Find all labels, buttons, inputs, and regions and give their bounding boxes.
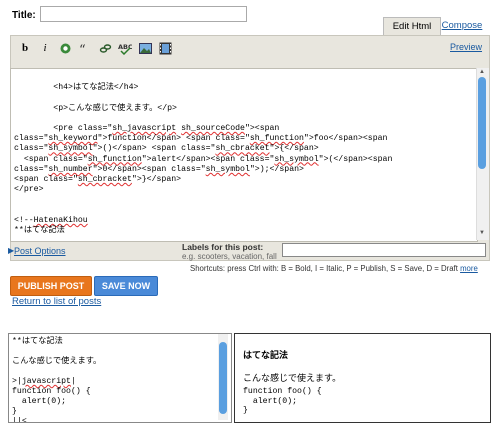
source-line: こんな感じで使えます。 [12,357,102,366]
editor-line: <h4>はてな記法</h4> [14,83,139,93]
editor-line: <span class="sh_cbracket">}</span> [14,175,182,185]
video-icon[interactable] [158,41,172,55]
editor-content: <h4>はてな記法</h4> <p>こんな感じで使えます。</p> <pre c… [14,73,393,241]
hatena-source-textarea[interactable]: **はてな記法 こんな感じで使えます。 >|javascript| functi… [8,333,232,423]
editor-line: <span class="sh_function">alert</span><s… [14,154,393,164]
font-color-icon[interactable] [58,41,72,55]
editor-line: <p>こんな感じで使えます。</p> [14,103,177,113]
editor-line: <pre class="sh_javascript sh_sourceCode"… [14,124,280,134]
post-options-link[interactable]: Post Options [14,246,66,256]
link-icon[interactable] [98,41,112,55]
shortcuts-help: Shortcuts: press Ctrl with: B = Bold, I … [190,264,478,273]
editor-line: <!--HatenaKihou [14,215,88,225]
source-line: **はてな記法 [12,337,63,346]
source-line: function foo() { [12,387,91,396]
preview-paragraph: こんな感じで使えます。 [243,373,342,383]
title-input[interactable] [40,6,247,22]
title-label: Title: [12,10,36,21]
svg-text:“: “ [79,43,86,55]
save-now-button[interactable]: SAVE NOW [94,276,158,296]
scroll-down-arrow-icon[interactable]: ▼ [478,230,486,236]
image-icon[interactable] [138,41,152,55]
editor-scroll-thumb[interactable] [478,77,486,169]
tab-edit-html[interactable]: Edit Html [383,17,441,36]
editor-line: class="sh_keyword">function</span> <span… [14,134,388,144]
source-line: ||< [12,417,27,423]
labels-title: Labels for this post: [182,242,264,252]
source-scroll-thumb[interactable] [219,342,227,414]
italic-button[interactable]: i [38,41,52,55]
source-line: >|javascript| [12,377,76,386]
preview-link[interactable]: Preview [450,42,482,52]
shortcuts-more-link[interactable]: more [460,264,478,273]
editor-line: </pre> [14,185,44,195]
editor-toolbar: b i “ ABC [18,40,172,56]
preview-code-block: function foo() { alert(0); } [243,387,322,416]
tab-compose[interactable]: Compose [441,17,483,35]
labels-hint: e.g. scooters, vacation, fall [182,252,277,261]
preview-heading: はてな記法 [243,350,289,360]
editor-line: **はてな記法 [14,226,65,236]
rendered-preview-pane: はてな記法 こんな感じで使えます。 function foo() { alert… [234,333,491,423]
labels-input[interactable] [282,243,486,257]
editor-line: class="sh_symbol">()</span> <span class=… [14,144,319,154]
hatena-source-content: **はてな記法 こんな感じで使えます。 >|javascript| functi… [12,337,102,423]
source-line: alert(0); [12,397,67,406]
svg-text:ABC: ABC [118,43,132,51]
editor-line: class="sh_number">0</span><span class="s… [14,164,304,174]
shortcuts-text: Shortcuts: press Ctrl with: B = Bold, I … [190,264,458,273]
spellcheck-icon[interactable]: ABC [118,41,132,55]
scroll-up-arrow-icon[interactable]: ▲ [478,69,486,75]
html-editor-textarea[interactable]: <h4>はてな記法</h4> <p>こんな感じで使えます。</p> <pre c… [10,68,478,242]
bold-button[interactable]: b [18,41,32,55]
source-line: } [12,407,17,416]
blockquote-icon[interactable]: “ [78,41,92,55]
publish-post-button[interactable]: PUBLISH POST [10,276,92,296]
return-to-list-link[interactable]: Return to list of posts [12,296,101,307]
